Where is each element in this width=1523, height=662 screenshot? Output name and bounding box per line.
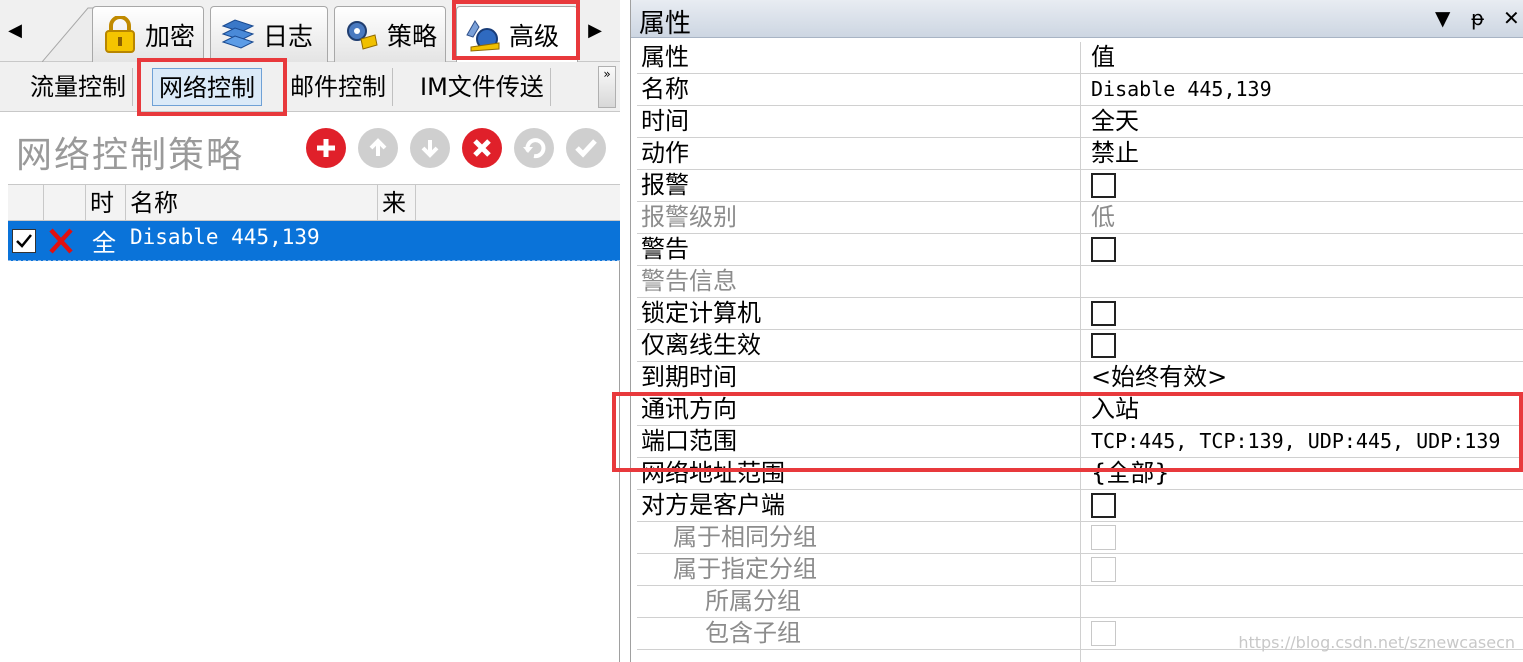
row-enabled-checkbox[interactable]	[12, 229, 36, 253]
property-name: 所属分组	[705, 587, 801, 615]
properties-panel: 属性 ▼ ᵽ ✕ 属性 值 名称 Disable 445,139 时间 全天 动…	[630, 0, 1523, 662]
log-stack-icon	[219, 16, 257, 54]
highlight-network-control	[137, 58, 287, 116]
tab-scroll-left-icon[interactable]: ◀	[6, 18, 24, 44]
tab-encrypt[interactable]: 加密	[92, 6, 204, 62]
property-name: 属于相同分组	[673, 523, 817, 551]
policy-grid: 时 名称 来 全 Disable 445,139	[8, 184, 620, 662]
policy-title: 网络控制策略	[16, 135, 245, 176]
grid-col-source[interactable]: 来	[378, 185, 416, 221]
property-name: 仅离线生效	[641, 331, 761, 359]
subtab-bar: 流量控制 网络控制 邮件控制 IM文件传送 »	[0, 62, 620, 112]
subtab-mail-control[interactable]: 邮件控制	[284, 68, 393, 106]
grid-col-time[interactable]: 时	[86, 185, 126, 221]
peer-is-client-checkbox[interactable]	[1091, 493, 1116, 518]
include-subgroup-checkbox	[1091, 621, 1116, 646]
property-value[interactable]: 全天	[1091, 106, 1139, 137]
subtab-traffic-control[interactable]: 流量控制	[24, 68, 133, 106]
apply-check-icon[interactable]	[566, 128, 606, 168]
left-pane: ◀ 加密 日志 策略 高级 ▶ 流量控制 网络控制 邮件控制 IM文件传送 » …	[0, 0, 620, 662]
offline-only-checkbox[interactable]	[1091, 333, 1116, 358]
grid-header: 时 名称 来	[8, 185, 620, 221]
undo-icon[interactable]	[514, 128, 554, 168]
move-up-icon[interactable]	[358, 128, 398, 168]
property-name: 动作	[641, 139, 689, 167]
property-header-name: 属性	[641, 43, 689, 71]
tab-scroll-right-icon[interactable]: ▶	[586, 18, 604, 44]
property-name: 属于指定分组	[673, 555, 817, 583]
warning-checkbox[interactable]	[1091, 237, 1116, 262]
tab-log[interactable]: 日志	[210, 6, 328, 62]
policy-gear-icon	[343, 16, 381, 54]
lock-icon	[101, 15, 139, 54]
dropdown-icon[interactable]: ▼	[1435, 6, 1450, 30]
property-value[interactable]: 禁止	[1091, 138, 1139, 169]
deny-x-icon	[49, 228, 73, 254]
property-name: 警告信息	[641, 267, 737, 295]
specified-group-checkbox	[1091, 557, 1116, 582]
row-name: Disable 445,139	[130, 225, 320, 249]
subtab-im-file-transfer[interactable]: IM文件传送	[414, 68, 551, 106]
tab-log-label: 日志	[263, 21, 314, 51]
pin-icon[interactable]: ᵽ	[1471, 6, 1484, 30]
property-name: 时间	[641, 107, 689, 135]
same-group-checkbox	[1091, 525, 1116, 550]
watermark: https://blog.csdn.net/sznewcasecn	[1238, 633, 1515, 652]
row-time: 全	[92, 229, 116, 257]
properties-titlebar: 属性 ▼ ᵽ ✕	[631, 0, 1523, 39]
subtab-overflow-icon[interactable]: »	[598, 66, 616, 108]
delete-icon[interactable]	[462, 128, 502, 168]
property-value[interactable]: Disable 445,139	[1091, 74, 1272, 105]
add-icon[interactable]	[306, 128, 346, 168]
grid-col-action[interactable]	[44, 185, 86, 221]
property-name: 名称	[641, 75, 689, 103]
column-divider[interactable]	[1080, 42, 1081, 662]
tab-policy[interactable]: 策略	[334, 6, 446, 62]
alarm-checkbox[interactable]	[1091, 173, 1116, 198]
move-down-icon[interactable]	[410, 128, 450, 168]
property-value[interactable]: <始终有效>	[1091, 362, 1227, 393]
property-name: 对方是客户端	[641, 491, 785, 519]
highlight-direction-port	[612, 392, 1523, 472]
close-icon[interactable]: ✕	[1503, 6, 1520, 30]
property-value: 低	[1091, 203, 1115, 231]
grid-col-check[interactable]	[8, 185, 44, 221]
property-name: 到期时间	[641, 363, 737, 391]
tab-encrypt-label: 加密	[145, 21, 196, 51]
property-header-value: 值	[1091, 43, 1115, 71]
property-name: 警告	[641, 235, 689, 263]
grid-col-name[interactable]: 名称	[126, 185, 378, 221]
property-name: 报警	[641, 171, 689, 199]
property-name: 报警级别	[641, 203, 737, 231]
tab-policy-label: 策略	[387, 21, 438, 51]
lock-computer-checkbox[interactable]	[1091, 301, 1116, 326]
property-name: 锁定计算机	[641, 299, 761, 327]
properties-title: 属性	[639, 9, 692, 39]
highlight-advanced-tab	[452, 0, 580, 60]
table-row[interactable]: 全 Disable 445,139	[8, 221, 620, 261]
policy-header: 网络控制策略	[0, 112, 620, 184]
property-name: 包含子组	[705, 619, 801, 647]
